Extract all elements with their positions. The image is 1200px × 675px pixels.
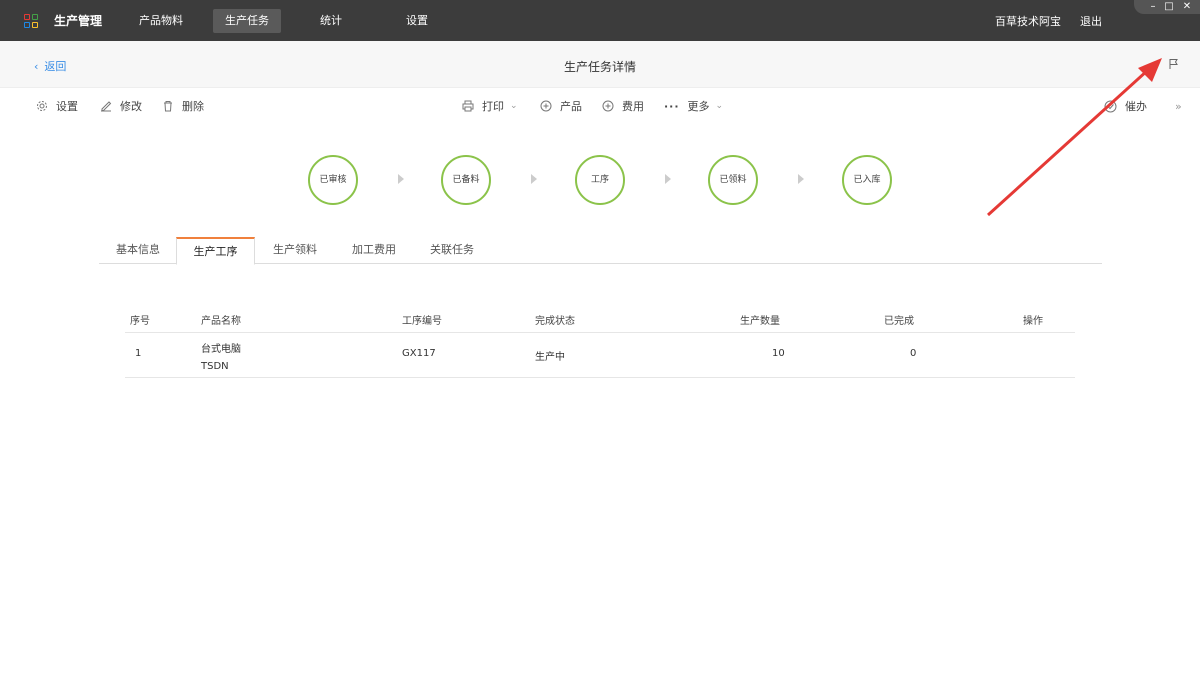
col-actions: 操作 [1023,316,1043,327]
col-completed: 已完成 [884,316,914,327]
app-title: 生产管理 [54,14,103,28]
nav-production-tasks[interactable]: 生产任务 [213,9,281,33]
plus-circle-icon [540,100,552,112]
window-controls: – □ ✕ [1134,0,1200,14]
cell-completed: 0 [910,348,917,359]
settings-label: 设置 [56,100,78,113]
minimize-icon[interactable]: – [1146,0,1160,14]
printer-icon [462,100,474,112]
more-button[interactable]: ··· 更多 ⌄ [664,98,723,114]
fee-label: 费用 [622,100,644,113]
col-index: 序号 [130,316,150,327]
step-process: 工序 [575,155,625,205]
table-header: 序号 产品名称 工序编号 完成状态 生产数量 已完成 操作 [125,305,1075,333]
ellipsis-icon: ··· [664,99,680,113]
col-process-no: 工序编号 [402,316,442,327]
table-row[interactable]: 1 台式电脑 TSDN GX117 生产中 10 0 [125,333,1075,378]
print-label: 打印 [482,100,504,113]
step-materials-prepared: 已备料 [441,155,491,205]
tab-production-materials[interactable]: 生产领料 [255,237,335,264]
edit-label: 修改 [120,100,142,113]
logout-button[interactable]: 退出 [1080,13,1102,29]
maximize-icon[interactable]: □ [1162,0,1176,14]
step-materials-received: 已领料 [708,155,758,205]
col-status: 完成状态 [535,316,575,327]
trash-icon [164,101,172,112]
chevron-down-icon: ⌄ [715,101,724,111]
cell-quantity: 10 [772,348,785,359]
step-warehoused: 已入库 [842,155,892,205]
tab-processing-fees[interactable]: 加工费用 [335,237,413,264]
gear-icon [37,101,47,111]
step-arrow-icon [398,174,404,184]
add-fee-button[interactable]: 费用 [602,98,644,114]
cell-status: 生产中 [535,352,565,363]
print-button[interactable]: 打印 ⌄ [462,98,518,114]
cell-index: 1 [135,348,142,359]
edit-button[interactable]: 修改 [100,98,142,114]
delete-button[interactable]: 删除 [162,98,204,114]
tab-related-tasks[interactable]: 关联任务 [413,237,491,264]
product-label: 产品 [560,100,582,113]
nav-statistics[interactable]: 统计 [308,9,354,33]
col-product-name: 产品名称 [201,316,241,327]
chevron-down-icon: ⌄ [510,101,518,111]
nav-settings[interactable]: 设置 [394,9,440,33]
edit-icon [101,101,112,112]
delete-label: 删除 [182,100,204,113]
top-navbar: 生产管理 产品物料 生产任务 统计 设置 百草技术阿宝 退出 – □ ✕ [0,0,1200,41]
close-icon[interactable]: ✕ [1180,0,1194,14]
cell-product-code: TSDN [201,361,229,372]
step-arrow-icon [531,174,537,184]
plus-circle-icon [602,100,614,112]
process-table: 序号 产品名称 工序编号 完成状态 生产数量 已完成 操作 1 台式电脑 TSD… [125,305,1075,378]
app-grid-icon [24,14,38,28]
tab-production-process[interactable]: 生产工序 [176,237,255,265]
detail-tabs: 基本信息 生产工序 生产领料 加工费用 关联任务 [99,237,1102,265]
col-quantity: 生产数量 [740,316,780,327]
user-name[interactable]: 百草技术阿宝 [995,13,1061,29]
step-arrow-icon [798,174,804,184]
step-audited: 已审核 [308,155,358,205]
add-product-button[interactable]: 产品 [540,98,582,114]
more-label: 更多 [687,100,710,113]
step-arrow-icon [665,174,671,184]
settings-button[interactable]: 设置 [36,98,78,114]
annotation-arrow-icon [986,58,1162,217]
nav-products[interactable]: 产品物料 [127,9,195,33]
cell-process-no: GX117 [402,348,436,359]
tab-basic-info[interactable]: 基本信息 [99,237,177,264]
cell-product-name: 台式电脑 [201,344,241,355]
